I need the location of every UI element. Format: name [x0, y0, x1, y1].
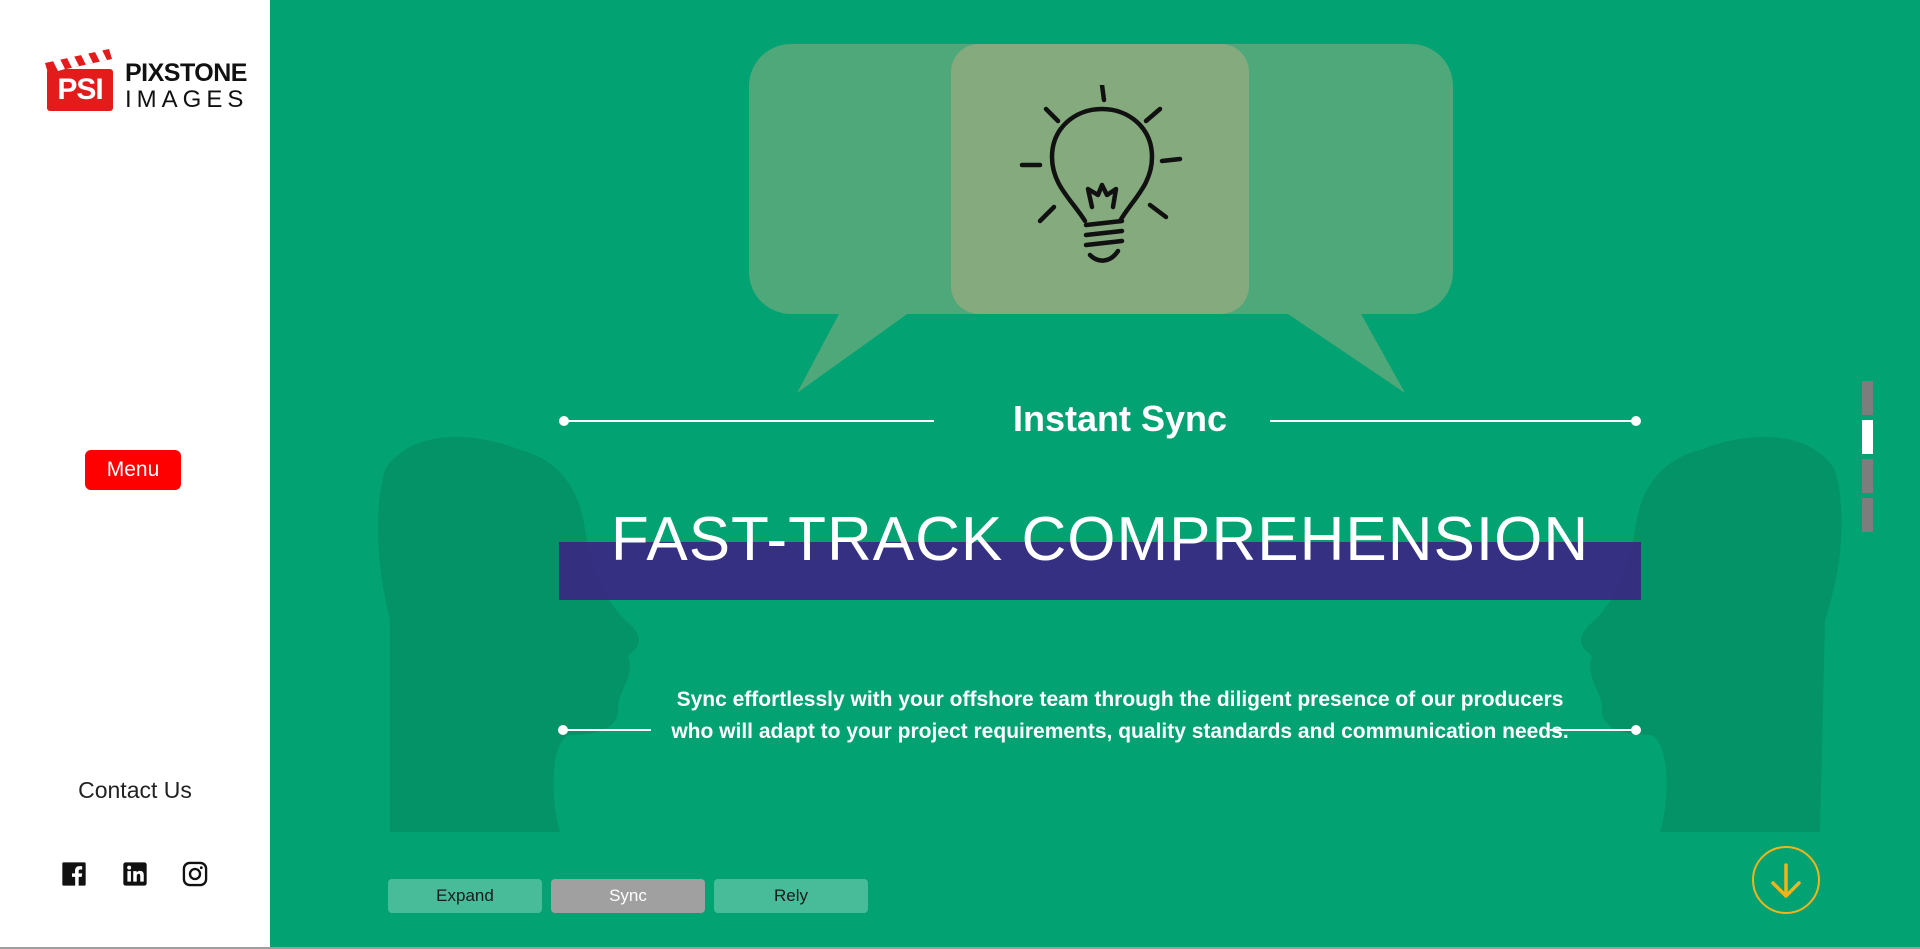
pixstone-logo[interactable]: PSI PIXSTONE IMAGES	[45, 41, 247, 117]
decor-line	[564, 420, 934, 422]
contact-us-link[interactable]: Contact Us	[60, 777, 210, 804]
logo-badge: PSI	[57, 73, 103, 106]
scroll-indicator-4[interactable]	[1862, 498, 1873, 532]
tab-expand[interactable]: Expand	[388, 879, 542, 913]
sidebar: PSI PIXSTONE IMAGES Menu Contact Us	[0, 0, 270, 949]
lightbulb-icon	[1019, 85, 1183, 263]
decor-line	[563, 729, 651, 731]
facebook-icon[interactable]	[60, 860, 88, 888]
section-description: Sync effortlessly with your offshore tea…	[671, 688, 1569, 743]
menu-button[interactable]: Menu	[85, 450, 181, 490]
headline: FAST-TRACK COMPREHENSION	[610, 505, 1590, 574]
section-subtitle: Instant Sync	[1012, 398, 1228, 439]
scroll-down-button[interactable]	[1752, 846, 1820, 914]
decor-line	[1550, 729, 1636, 731]
decor-dot	[1631, 416, 1641, 426]
linkedin-icon[interactable]	[121, 860, 149, 888]
decor-line	[1270, 420, 1636, 422]
tab-sync[interactable]: Sync	[551, 879, 705, 913]
scroll-indicator-2[interactable]	[1862, 420, 1873, 454]
decor-dot	[1631, 725, 1641, 735]
tab-rely[interactable]: Rely	[714, 879, 868, 913]
arrow-down-icon	[1771, 863, 1801, 898]
scroll-indicator-1[interactable]	[1862, 381, 1873, 415]
logo-wordmark-bottom: IMAGES	[125, 86, 249, 113]
instagram-icon[interactable]	[181, 860, 209, 888]
scroll-indicator-3[interactable]	[1862, 459, 1873, 493]
logo-wordmark-top: PIXSTONE	[125, 59, 247, 87]
hero-section: Instant Sync FAST-TRACK COMPREHENSION Sy…	[270, 0, 1920, 949]
